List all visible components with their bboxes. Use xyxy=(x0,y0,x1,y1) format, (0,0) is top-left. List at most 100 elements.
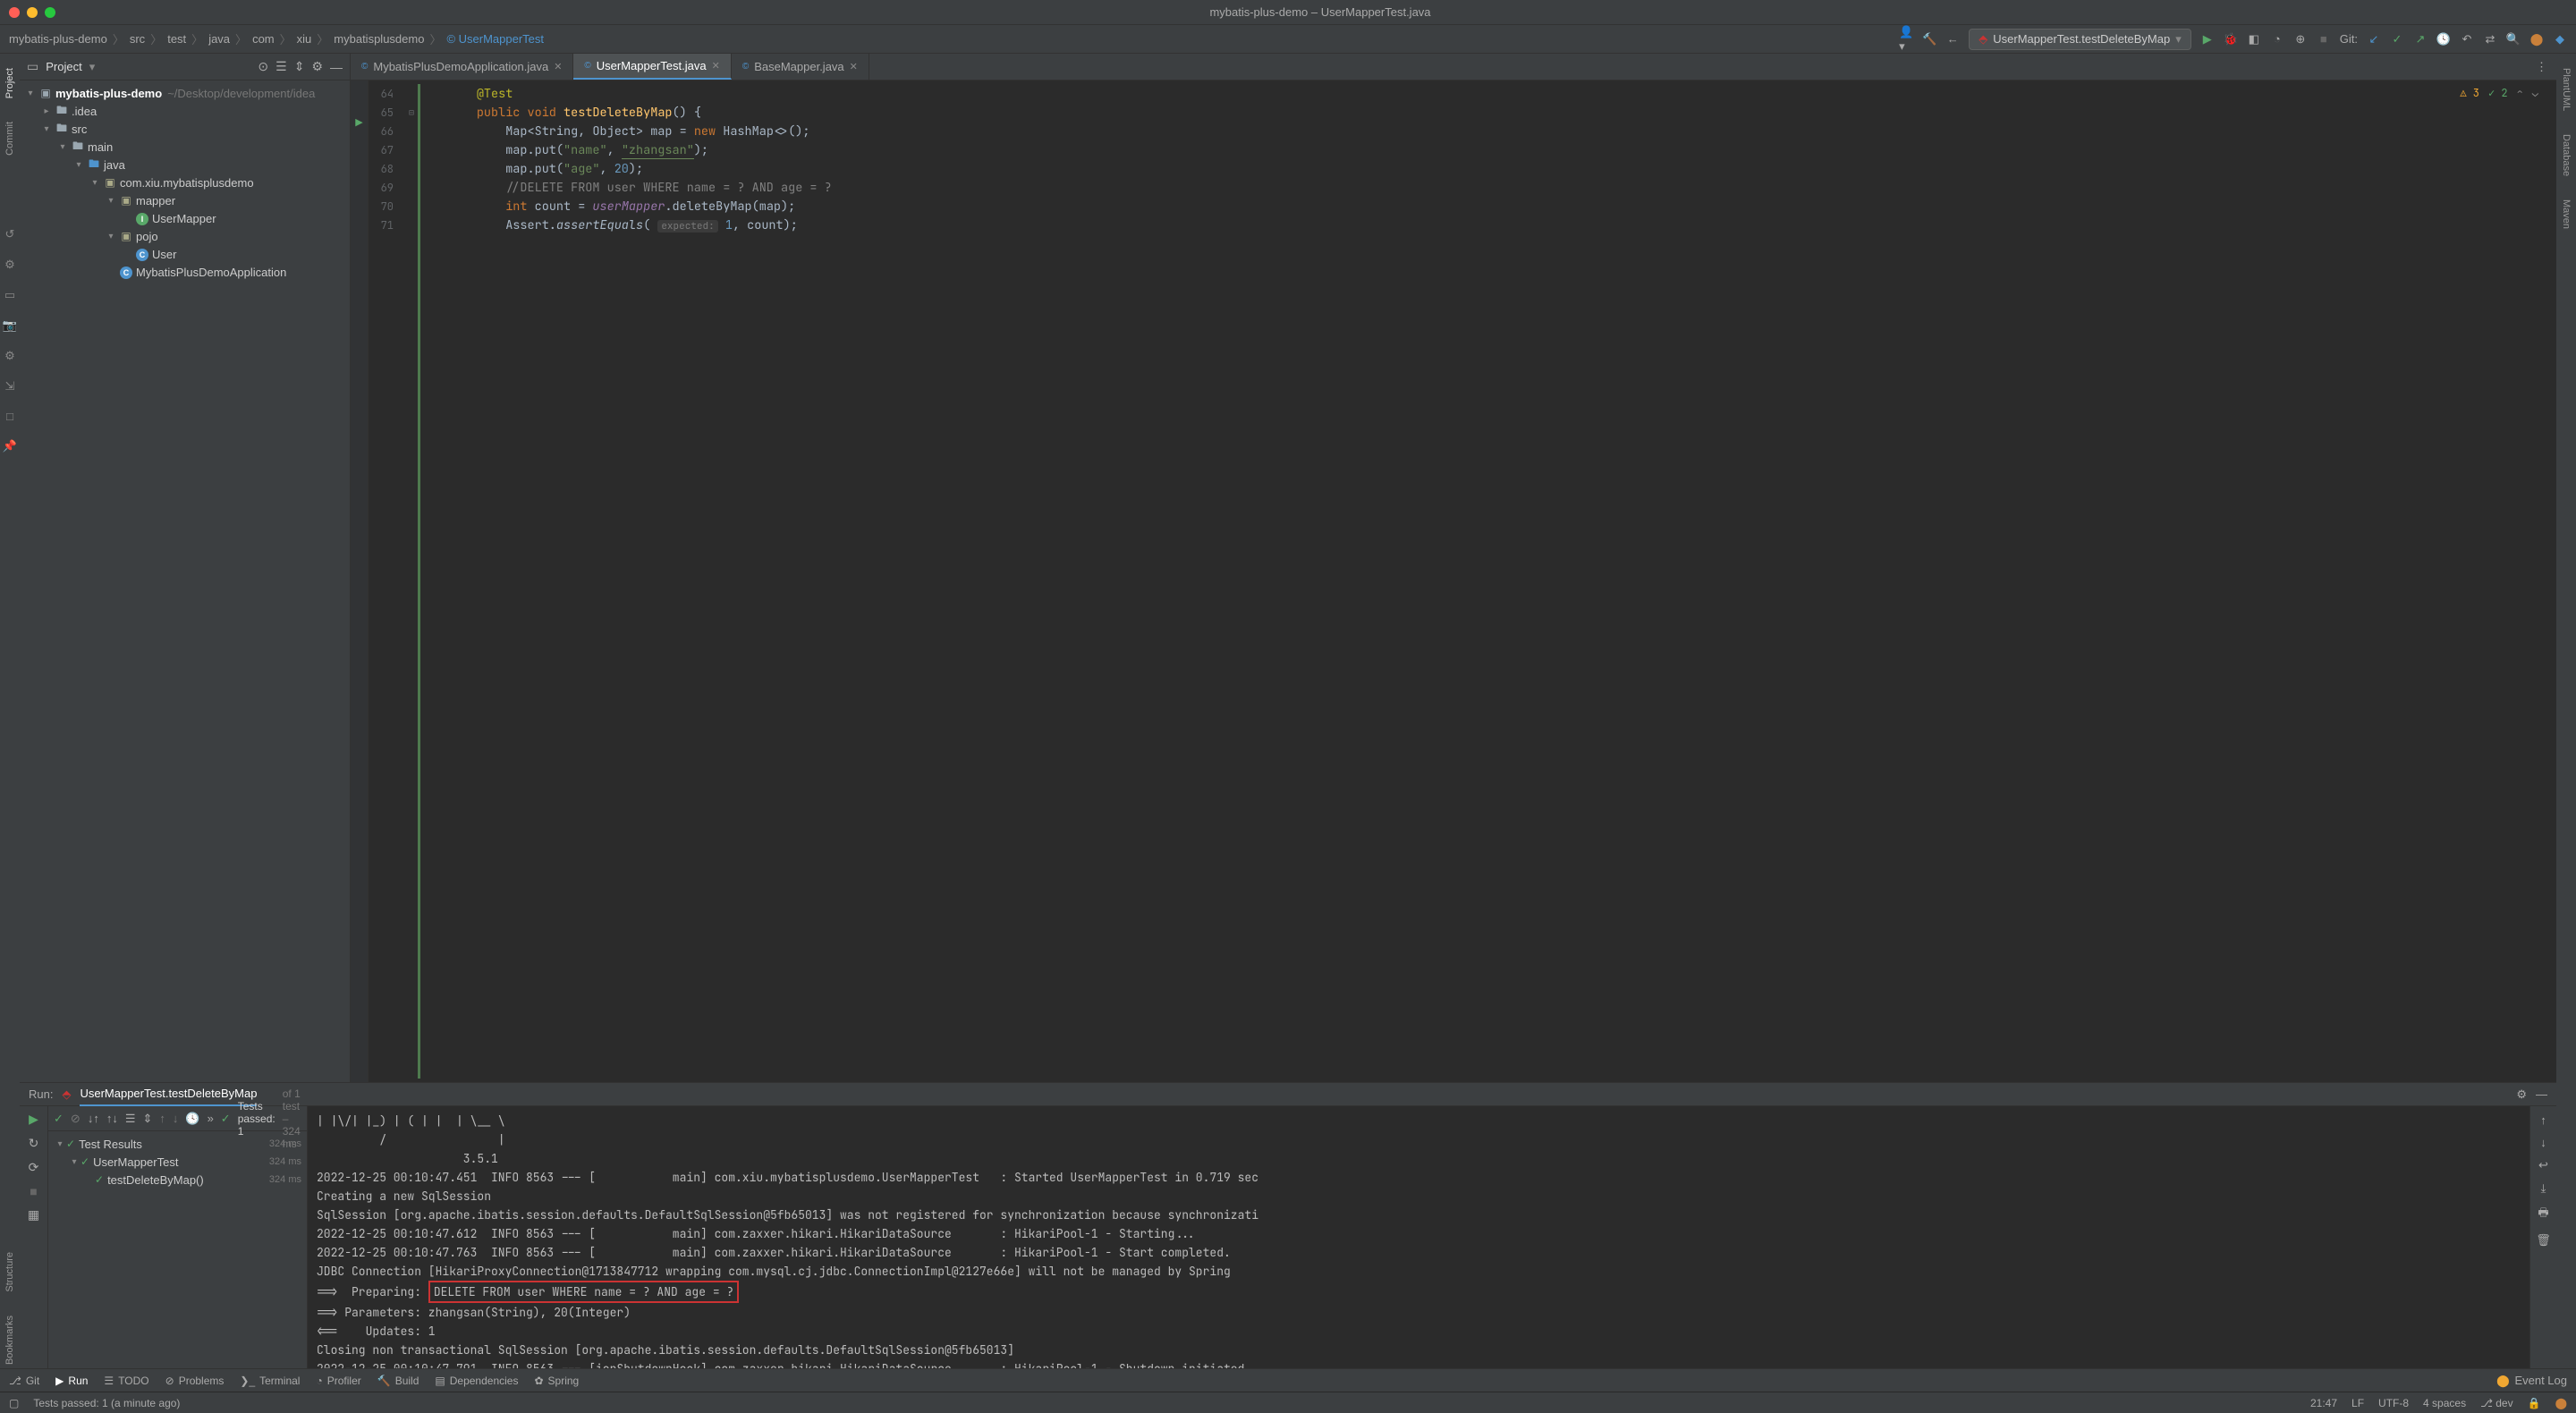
left-icon-1[interactable]: ⚙ xyxy=(4,258,15,272)
event-log-button[interactable]: ⬤ Event Log xyxy=(2496,1374,2567,1388)
git-rollback-icon[interactable]: ↶ xyxy=(2460,32,2474,47)
close-tab-icon[interactable]: ✕ xyxy=(712,60,720,72)
run-tab-name[interactable]: UserMapperTest.testDeleteByMap xyxy=(80,1083,257,1106)
readonly-lock-icon[interactable]: 🔒 xyxy=(2528,1397,2541,1409)
maven-tab[interactable]: Maven xyxy=(2561,196,2572,233)
test-history-icon[interactable]: 🕓 xyxy=(185,1112,199,1126)
test-more-icon[interactable]: » xyxy=(208,1112,214,1125)
stop-icon[interactable]: ■ xyxy=(2317,32,2331,47)
run-hide-icon[interactable]: — xyxy=(2536,1087,2547,1101)
left-icon-3[interactable]: 📷 xyxy=(3,318,17,333)
bottom-tab-problems[interactable]: ⊘Problems xyxy=(165,1375,225,1387)
left-icon-2[interactable]: ▭ xyxy=(4,288,15,302)
code-line[interactable]: 64 @Test xyxy=(369,84,2556,103)
inspections-widget[interactable]: ⚠ 3 ✓ 2 ⌃ ⌄ xyxy=(2460,86,2538,100)
test-tree[interactable]: ▾✓Test Results324 ms▾✓UserMapperTest324 … xyxy=(48,1131,307,1368)
file-encoding[interactable]: UTF-8 xyxy=(2378,1397,2409,1409)
tree-root[interactable]: ▾▣mybatis-plus-demo~/Desktop/development… xyxy=(20,84,350,102)
select-opened-file-icon[interactable]: ⊙ xyxy=(258,59,268,74)
sort-duration-icon[interactable]: ↑↓ xyxy=(106,1112,118,1125)
editor-tab[interactable]: ©BaseMapper.java✕ xyxy=(732,54,869,80)
hide-icon[interactable]: — xyxy=(330,60,343,74)
expand-all-icon[interactable]: ☰ xyxy=(275,59,287,74)
project-view-icon[interactable]: ▭ xyxy=(27,59,38,74)
caret-position[interactable]: 21:47 xyxy=(2310,1397,2337,1409)
add-config-icon[interactable]: 👤▾ xyxy=(1899,32,1913,47)
toggle-auto-test-icon[interactable]: ⟳ xyxy=(29,1160,39,1175)
git-update-icon[interactable]: ↙ xyxy=(2367,32,2381,47)
close-window-button[interactable] xyxy=(9,7,20,18)
git-commit-icon[interactable]: ✓ xyxy=(2390,32,2404,47)
editor-tabs-menu-icon[interactable]: ⋮ xyxy=(2527,54,2556,80)
build-icon[interactable] xyxy=(1922,32,1936,47)
collapse-icon[interactable]: ⇕ xyxy=(142,1112,152,1126)
debug-icon[interactable]: 🐞 xyxy=(2224,32,2238,47)
code-line[interactable]: 68 map.put("age", 20); xyxy=(369,159,2556,178)
code-line[interactable]: 66 Map<String, Object> map = new HashMap… xyxy=(369,122,2556,140)
tree-row[interactable]: CUser xyxy=(20,245,350,263)
breadcrumb-item[interactable]: src xyxy=(130,32,145,46)
breadcrumb-item[interactable]: mybatisplusdemo xyxy=(334,32,424,46)
bottom-tab-build[interactable]: 🔨Build xyxy=(377,1375,419,1387)
code-line[interactable]: 65⊟ public void testDeleteByMap() { xyxy=(369,103,2556,122)
bottom-tab-git[interactable]: ⎇Git xyxy=(9,1375,39,1387)
console-output[interactable]: | |\/| |_) | ( | | | \__ \ / | 3.5.1 202… xyxy=(308,1106,2529,1368)
run-icon[interactable]: ▶ xyxy=(2200,32,2215,47)
copilot-icon[interactable]: ⬤ xyxy=(2555,1397,2567,1409)
left-icon-6[interactable]: □ xyxy=(6,410,13,423)
bottom-tab-todo[interactable]: ☰TODO xyxy=(104,1375,148,1387)
database-tab[interactable]: Database xyxy=(2561,131,2572,180)
left-icon-0[interactable]: ↺ xyxy=(5,227,15,241)
inspection-next-icon[interactable]: ⌄ xyxy=(2532,86,2538,100)
layout-icon[interactable]: ▦ xyxy=(28,1207,39,1223)
bookmarks-tab[interactable]: Bookmarks xyxy=(4,1312,15,1368)
scroll-to-end-icon[interactable]: ⤓ xyxy=(2541,1181,2546,1196)
project-tree[interactable]: ▾▣mybatis-plus-demo~/Desktop/development… xyxy=(20,80,350,1082)
left-icon-4[interactable]: ⚙ xyxy=(4,349,15,363)
breadcrumb-item[interactable]: com xyxy=(252,32,275,46)
translate-icon[interactable]: ⇄ xyxy=(2483,32,2497,47)
zoom-window-button[interactable] xyxy=(45,7,55,18)
git-push-icon[interactable]: ↗ xyxy=(2413,32,2428,47)
profile-icon[interactable]: ◔ xyxy=(2270,32,2284,47)
coverage-icon[interactable]: ◧ xyxy=(2247,32,2261,47)
tree-row[interactable]: ▾▣pojo xyxy=(20,227,350,245)
bottom-tab-dependencies[interactable]: ▤Dependencies xyxy=(435,1375,518,1387)
clear-icon[interactable]: 🗑 xyxy=(2536,1233,2551,1248)
inspection-prev-icon[interactable]: ⌃ xyxy=(2517,86,2523,100)
tree-row[interactable]: ▾🖿main xyxy=(20,138,350,156)
breadcrumb-target[interactable]: © UserMapperTest xyxy=(446,32,544,46)
code-with-me-icon[interactable]: ◆ xyxy=(2553,32,2567,47)
sort-icon[interactable]: ↓↑ xyxy=(88,1112,99,1125)
collapse-all-icon[interactable]: ⇕ xyxy=(294,59,305,74)
tree-row[interactable]: CMybatisPlusDemoApplication xyxy=(20,263,350,281)
tree-row[interactable]: IUserMapper xyxy=(20,209,350,227)
indent-setting[interactable]: 4 spaces xyxy=(2423,1397,2466,1409)
prev-test-icon[interactable]: ↑ xyxy=(159,1112,165,1125)
ide-updates-icon[interactable]: ⬤ xyxy=(2529,32,2544,47)
bottom-tab-terminal[interactable]: ❯_Terminal xyxy=(240,1375,300,1387)
tree-row[interactable]: ▸🖿.idea xyxy=(20,102,350,120)
soft-wrap-icon[interactable]: ↩ xyxy=(2538,1158,2548,1172)
breadcrumb-item[interactable]: mybatis-plus-demo xyxy=(9,32,107,46)
plantuml-tab[interactable]: PlantUML xyxy=(2561,64,2572,114)
commit-tab[interactable]: Commit xyxy=(4,118,15,159)
toolwindow-quick-access-icon[interactable]: ▢ xyxy=(9,1397,19,1409)
run-stop-icon[interactable]: ■ xyxy=(30,1184,37,1198)
left-icon-7[interactable]: 📌 xyxy=(3,439,17,453)
project-settings-icon[interactable]: ⚙ xyxy=(311,59,323,74)
test-row[interactable]: ▾✓UserMapperTest324 ms xyxy=(48,1153,307,1171)
run-config-selector[interactable]: ⬘ UserMapperTest.testDeleteByMap ▾ xyxy=(1969,29,2191,50)
bottom-tab-spring[interactable]: ✿Spring xyxy=(534,1375,579,1387)
print-icon[interactable]: 🖶 xyxy=(2538,1205,2548,1224)
close-tab-icon[interactable]: ✕ xyxy=(554,61,562,72)
show-passed-icon[interactable]: ✓ xyxy=(54,1112,64,1126)
git-history-icon[interactable]: 🕓 xyxy=(2436,32,2451,47)
search-icon[interactable]: 🔍 xyxy=(2506,32,2521,47)
tree-row[interactable]: ▾🖿java xyxy=(20,156,350,173)
breadcrumb-item[interactable]: xiu xyxy=(297,32,312,46)
rerun-icon[interactable]: ▶ xyxy=(29,1112,38,1127)
code-line[interactable]: 67 map.put("name", "zhangsan"); xyxy=(369,140,2556,159)
editor-tab[interactable]: ©MybatisPlusDemoApplication.java✕ xyxy=(351,54,573,80)
close-tab-icon[interactable]: ✕ xyxy=(850,61,858,72)
